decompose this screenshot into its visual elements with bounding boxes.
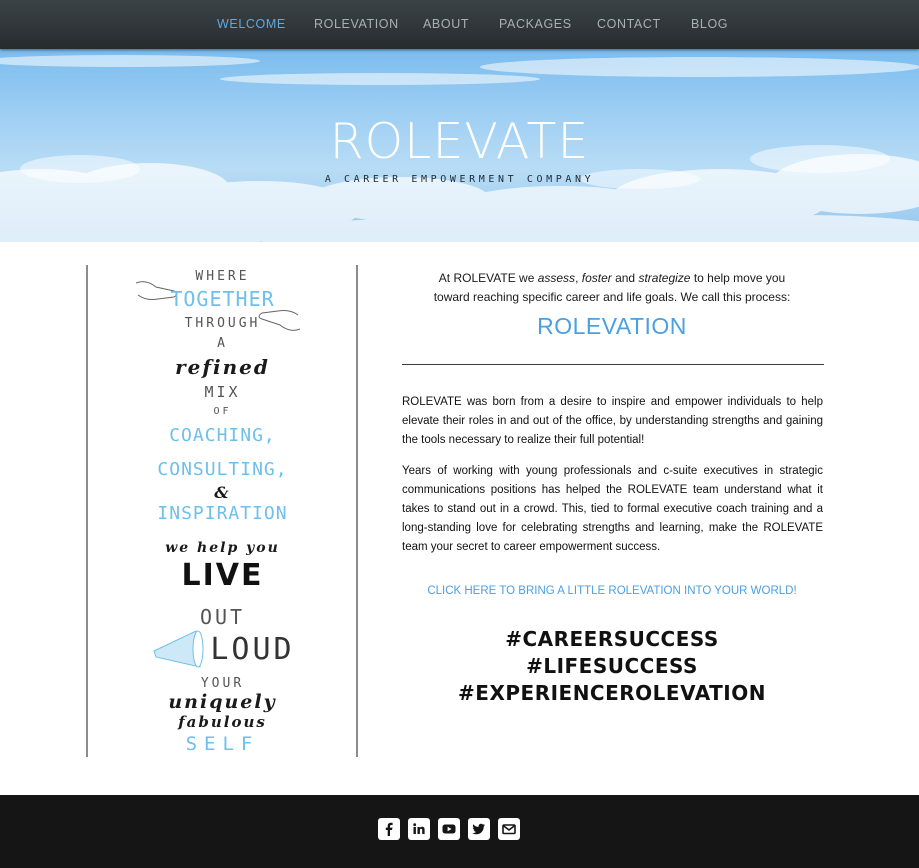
nav-contact[interactable]: CONTACT bbox=[597, 17, 661, 31]
section-divider bbox=[402, 364, 824, 365]
linkedin-icon bbox=[413, 823, 425, 834]
inspiration-poster: WHERE TOGETHER THROUGH A refined MIX OF … bbox=[86, 265, 359, 757]
about-paragraph-2: Years of working with young professional… bbox=[402, 465, 823, 553]
about-paragraph-1: ROLEVATE was born from a desire to inspi… bbox=[402, 396, 823, 446]
cta-link[interactable]: CLICK HERE TO BRING A LITTLE ROLEVATION … bbox=[400, 585, 824, 597]
poster-line: LIVE bbox=[181, 558, 264, 593]
twitter-icon bbox=[472, 823, 485, 835]
intro-emphasis-assess: assess bbox=[537, 271, 576, 285]
poster-line: uniquely bbox=[168, 691, 277, 713]
poster-line: refined bbox=[175, 355, 270, 379]
facebook-icon bbox=[385, 822, 393, 836]
poster-line: A bbox=[217, 336, 228, 351]
intro-text-part: , bbox=[575, 271, 582, 285]
intro-text-part: At ROLEVATE we bbox=[438, 271, 538, 285]
poster-line: & bbox=[214, 483, 231, 502]
nav-blog[interactable]: BLOG bbox=[691, 17, 728, 31]
intro-emphasis-foster: foster bbox=[581, 271, 612, 285]
hashtag-career-success: #CAREERSUCCESS bbox=[505, 627, 719, 651]
linkedin-button[interactable] bbox=[408, 818, 430, 840]
nav-about[interactable]: ABOUT bbox=[423, 17, 469, 31]
email-icon bbox=[502, 824, 516, 835]
hero-banner: ROLEVATE A CAREER EMPOWERMENT COMPANY bbox=[0, 49, 919, 242]
email-button[interactable] bbox=[498, 818, 520, 840]
poster-line: LOUD bbox=[210, 632, 295, 667]
poster-line: THROUGH bbox=[184, 316, 261, 331]
poster-line: we help you bbox=[165, 540, 280, 556]
poster-line: TOGETHER bbox=[170, 287, 275, 311]
intro-text-part: to help move you bbox=[690, 271, 786, 285]
facebook-button[interactable] bbox=[378, 818, 400, 840]
site-tagline: A CAREER EMPOWERMENT COMPANY bbox=[324, 174, 595, 185]
twitter-button[interactable] bbox=[468, 818, 490, 840]
poster-line: CONSULTING, bbox=[157, 459, 288, 480]
poster-line: INSPIRATION bbox=[157, 503, 288, 524]
intro-text-part: and bbox=[611, 271, 639, 285]
poster-line: COACHING, bbox=[169, 425, 276, 446]
top-nav: WELCOME ROLEVATION ABOUT PACKAGES CONTAC… bbox=[0, 0, 919, 49]
poster-line: fabulous bbox=[178, 713, 267, 731]
intro-emphasis-strategize: strategize bbox=[638, 271, 691, 285]
poster-line: WHERE bbox=[195, 269, 250, 284]
site-title: ROLEVATE bbox=[329, 113, 590, 170]
youtube-button[interactable] bbox=[438, 818, 460, 840]
footer bbox=[0, 795, 919, 868]
youtube-icon bbox=[442, 824, 456, 834]
hashtag-experience-rolevation: #EXPERIENCEROLEVATION bbox=[458, 681, 766, 705]
nav-welcome[interactable]: WELCOME bbox=[217, 17, 286, 31]
poster-line: OF bbox=[213, 406, 232, 417]
poster-line: SELF bbox=[185, 733, 260, 755]
nav-rolevation[interactable]: ROLEVATION bbox=[314, 17, 399, 31]
rolevation-heading: ROLEVATION bbox=[537, 313, 687, 339]
poster-line: OUT bbox=[199, 605, 246, 629]
poster-line: MIX bbox=[204, 383, 241, 401]
poster-line: YOUR bbox=[200, 676, 245, 691]
intro-text-line2: toward reaching specific career and life… bbox=[433, 290, 791, 304]
nav-packages[interactable]: PACKAGES bbox=[499, 17, 572, 31]
hashtag-life-success: #LIFESUCCESS bbox=[526, 654, 698, 678]
intro-text: At ROLEVATE we assess, foster and strate… bbox=[400, 269, 824, 307]
